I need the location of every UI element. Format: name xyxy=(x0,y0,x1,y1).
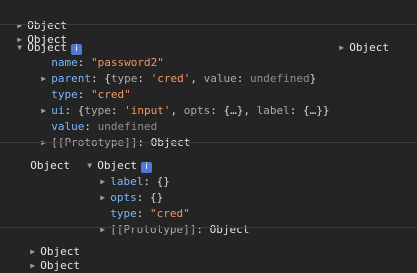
caret-right-icon[interactable]: ▶ xyxy=(30,259,40,273)
caret-right-icon[interactable]: ▶ xyxy=(100,223,110,237)
expanded-object-header[interactable]: ▼ Object i xyxy=(74,145,152,173)
object-toggle[interactable]: ▶ Object xyxy=(326,27,389,54)
object-toggle[interactable]: ▶ Object xyxy=(30,259,80,272)
object-label[interactable]: Object xyxy=(40,259,80,272)
property-type: type: "cred" xyxy=(51,88,131,101)
entry-divider xyxy=(0,24,417,25)
property-value: Object xyxy=(209,223,250,236)
log-entry-1: ▶ Object ▶ Object xyxy=(4,5,67,46)
log-entry-4: ▶ Object ▶ Object xyxy=(17,231,80,272)
entry-divider xyxy=(0,227,417,228)
entry-divider xyxy=(0,142,417,143)
object-label[interactable]: Object xyxy=(30,159,70,172)
caret-right-icon[interactable]: ▶ xyxy=(30,245,40,259)
property-type: type: "cred" xyxy=(110,207,190,220)
property-value-row: value: undefined xyxy=(51,120,158,133)
caret-down-icon[interactable]: ▼ xyxy=(17,41,27,55)
property-opts[interactable]: ▶ opts: {} xyxy=(87,177,163,204)
property-ui[interactable]: ▶ ui: {type: 'input', opts: {…}, label: {… xyxy=(28,90,329,117)
object-label[interactable]: Object xyxy=(349,41,389,54)
property-label[interactable]: ▶ label: {} xyxy=(87,161,170,188)
expanded-object-header[interactable]: ▼ Object i xyxy=(4,27,82,55)
property-prototype[interactable]: ▶[[Prototype]]: Object xyxy=(28,122,190,149)
caret-right-icon[interactable]: ▶ xyxy=(339,41,349,55)
property-prototype[interactable]: ▶[[Prototype]]: Object xyxy=(87,209,249,236)
property-key[interactable]: [[Prototype]] xyxy=(110,223,196,236)
property-parent[interactable]: ▶ parent: {type: 'cred', value: undefined… xyxy=(28,58,316,85)
property-name: name: "password2" xyxy=(51,56,164,69)
object-toggle[interactable]: Object xyxy=(17,145,70,172)
